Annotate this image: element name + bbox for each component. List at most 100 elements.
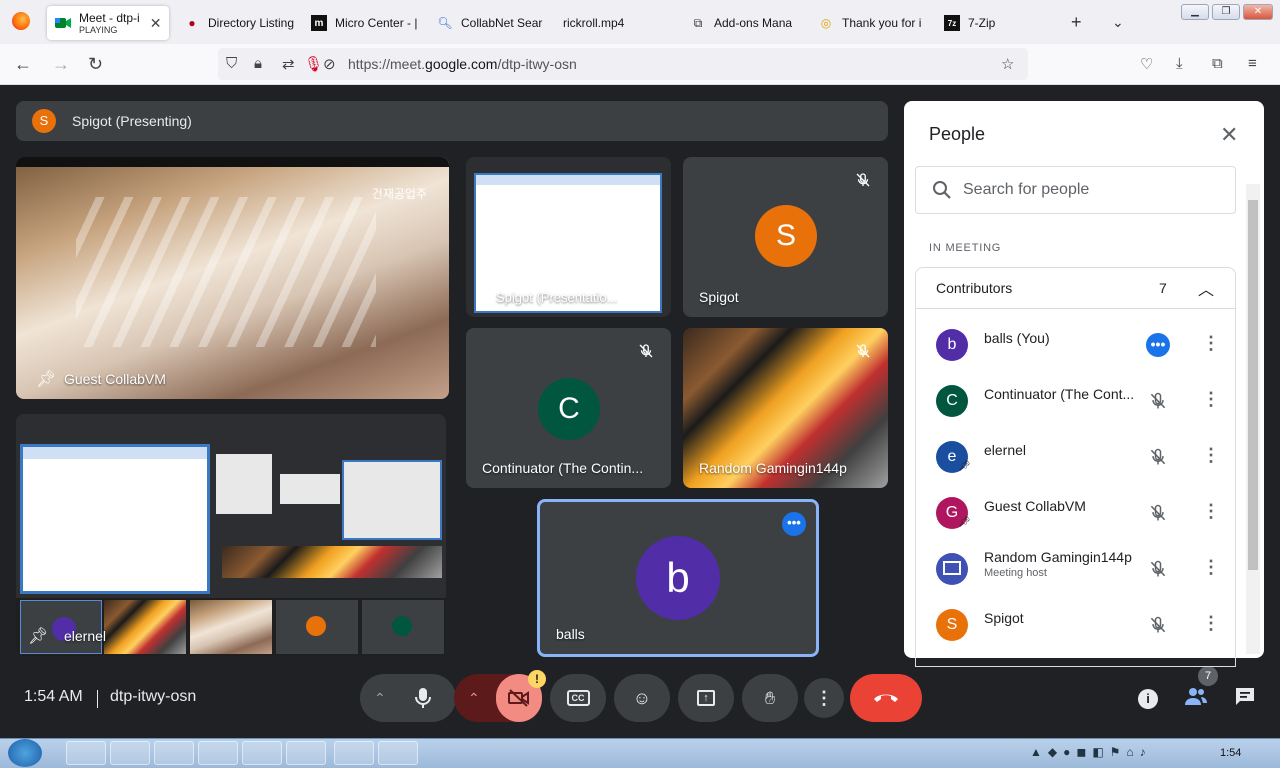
hang-up-icon bbox=[874, 694, 898, 702]
taskbar-app-icon[interactable] bbox=[242, 741, 282, 765]
reload-icon[interactable]: ↻ bbox=[88, 54, 103, 74]
shared-strip-tile bbox=[104, 600, 186, 654]
tab-addons[interactable]: ⧉ Add-ons Mana bbox=[682, 6, 802, 40]
chevron-up-icon[interactable]: ︿ bbox=[1198, 276, 1214, 300]
more-options-icon[interactable]: ••• bbox=[782, 512, 806, 536]
camera-blocked-icon[interactable]: ⊘ bbox=[323, 55, 336, 73]
more-options-button[interactable]: ⋮ bbox=[804, 678, 844, 718]
pin-icon[interactable]: 📌︎ bbox=[28, 626, 48, 646]
url-bar[interactable] bbox=[218, 48, 1028, 80]
more-options-icon[interactable]: ••• bbox=[1146, 333, 1170, 357]
tile-spigot-presentation[interactable]: Spigot (Presentatio... bbox=[466, 157, 671, 317]
hamburger-menu-icon[interactable]: ≡ bbox=[1248, 55, 1257, 72]
taskbar-explorer-icon[interactable] bbox=[378, 741, 418, 765]
mic-off-icon bbox=[1150, 560, 1166, 577]
lock-icon[interactable]: 🔒︎ bbox=[254, 55, 262, 72]
tab-7zip[interactable]: 7z 7-Zip bbox=[936, 6, 1046, 40]
more-vert-icon[interactable]: ⋮ bbox=[1202, 613, 1220, 633]
tile-spigot[interactable]: S Spigot bbox=[683, 157, 888, 317]
avatar: b bbox=[936, 329, 968, 361]
tab-label: Meet - dtp-i bbox=[79, 11, 140, 25]
taskbar-vlc-icon[interactable] bbox=[286, 741, 326, 765]
tab-meet[interactable]: Meet - dtp-i PLAYING ✕ bbox=[47, 6, 169, 40]
tile-continuator[interactable]: C Continuator (The Contin... bbox=[466, 328, 671, 488]
redhat-icon: ● bbox=[188, 16, 196, 30]
chat-icon[interactable] bbox=[1234, 686, 1256, 712]
tab-rickroll[interactable]: rickroll.mp4 bbox=[555, 6, 673, 40]
tile-guest-collabvm[interactable]: 건재공업주 📌︎ Guest CollabVM bbox=[16, 157, 449, 399]
meeting-details-icon[interactable]: i bbox=[1138, 686, 1158, 709]
start-button[interactable] bbox=[8, 739, 42, 767]
leave-call-button[interactable] bbox=[850, 674, 922, 722]
firefox-menu-icon[interactable] bbox=[12, 12, 30, 30]
tile-self-balls[interactable]: ••• b balls bbox=[537, 499, 819, 657]
contributors-label: Contributors bbox=[936, 280, 1013, 296]
close-icon[interactable]: ✕ bbox=[1220, 122, 1238, 148]
taskbar-app-icon[interactable] bbox=[334, 741, 374, 765]
camera-warning-badge[interactable]: ! bbox=[528, 670, 546, 688]
participant-row[interactable]: Random Gamingin144p Meeting host ⋮ bbox=[916, 541, 1234, 597]
minimize-button[interactable]: ▁ bbox=[1181, 4, 1209, 20]
close-tab-icon[interactable]: ✕ bbox=[150, 15, 162, 32]
extensions-icon[interactable]: ⧉ bbox=[1212, 55, 1223, 72]
participant-row[interactable]: b balls (You) ••• ⋮ bbox=[916, 317, 1234, 373]
url-text[interactable]: https://meet.google.com/dtp-itwy-osn bbox=[348, 56, 577, 72]
microphone-button[interactable]: ⌃ bbox=[360, 674, 456, 722]
mic-off-icon bbox=[1150, 616, 1166, 633]
taskbar-firefox-icon[interactable] bbox=[154, 741, 194, 765]
mic-options-chevron-icon[interactable]: ⌃ bbox=[374, 690, 386, 707]
participant-row[interactable]: S Spigot ⋮ bbox=[916, 597, 1234, 653]
taskbar-clock[interactable]: 1:54 bbox=[1220, 747, 1241, 759]
more-vert-icon[interactable]: ⋮ bbox=[1202, 501, 1220, 521]
participant-name: Continuator (The Contin... bbox=[482, 460, 644, 476]
microphone-active-icon[interactable]: 🎙︎ bbox=[304, 55, 323, 73]
shared-strip bbox=[16, 598, 446, 656]
taskbar-app-icon[interactable] bbox=[110, 741, 150, 765]
new-tab-icon[interactable]: + bbox=[1071, 12, 1082, 33]
back-arrow-icon[interactable]: ← bbox=[14, 54, 32, 74]
downloads-icon[interactable]: ⤓ bbox=[1176, 55, 1183, 72]
participant-row[interactable]: C Continuator (The Cont... ⋮ bbox=[916, 373, 1234, 429]
scrollbar-thumb[interactable] bbox=[1248, 200, 1258, 570]
taskbar-app-icon[interactable] bbox=[198, 741, 238, 765]
tab-thank-you[interactable]: ◎ Thank you for i bbox=[810, 6, 930, 40]
close-window-button[interactable]: ✕ bbox=[1243, 4, 1273, 20]
more-vert-icon[interactable]: ⋮ bbox=[1202, 333, 1220, 353]
tab-label: Thank you for i bbox=[842, 16, 922, 30]
raise-hand-button[interactable]: ✋︎ bbox=[742, 674, 798, 722]
more-vert-icon[interactable]: ⋮ bbox=[1202, 445, 1220, 465]
forward-arrow-icon[interactable]: → bbox=[52, 54, 70, 74]
tile-random-gamingin144p[interactable]: Random Gamingin144p bbox=[683, 328, 888, 488]
tab-collabnet[interactable]: 🔍︎ CollabNet Sear bbox=[429, 6, 547, 40]
tile-spigot-screenshare[interactable]: 📌︎ elernel bbox=[16, 414, 446, 656]
meeting-time: 1:54 AM bbox=[24, 688, 83, 705]
video-overlay-text: 건재공업주 bbox=[371, 187, 427, 201]
pin-icon[interactable]: 📌︎ bbox=[36, 369, 56, 389]
list-tabs-chevron-icon[interactable]: ⌄ bbox=[1112, 14, 1124, 31]
tab-label: Directory Listing bbox=[208, 16, 295, 30]
people-icon[interactable] bbox=[1184, 686, 1208, 712]
taskbar-app-icon[interactable] bbox=[66, 741, 106, 765]
divider bbox=[97, 690, 98, 708]
bookmark-star-icon[interactable]: ☆ bbox=[1001, 55, 1014, 73]
people-count-badge: 7 bbox=[1198, 666, 1218, 686]
shield-icon[interactable]: ⛉ bbox=[226, 55, 237, 72]
participant-name: Spigot bbox=[984, 610, 1024, 626]
system-tray-icons[interactable]: ▲◆●◼◧⚑⌂♪ bbox=[1030, 745, 1152, 759]
camera-options-chevron-icon[interactable]: ⌃ bbox=[468, 690, 480, 707]
captions-button[interactable]: CC bbox=[550, 674, 606, 722]
more-vert-icon[interactable]: ⋮ bbox=[1202, 557, 1220, 577]
reactions-button[interactable]: ☺ bbox=[614, 674, 670, 722]
browser-tab-bar: Meet - dtp-i PLAYING ✕ ● Directory Listin… bbox=[0, 0, 1280, 44]
more-vert-icon[interactable]: ⋮ bbox=[1202, 389, 1220, 409]
participant-row[interactable]: e 📌︎ elernel ⋮ bbox=[916, 429, 1234, 485]
meet-icon bbox=[55, 15, 71, 31]
tab-micro-center[interactable]: m Micro Center - | bbox=[303, 6, 421, 40]
permissions-icon[interactable]: ⇄ bbox=[282, 55, 295, 73]
pocket-icon[interactable]: ♡ bbox=[1140, 55, 1153, 73]
participant-row[interactable]: G 📌︎ Guest CollabVM ⋮ bbox=[916, 485, 1234, 541]
restore-button[interactable]: ❐ bbox=[1212, 4, 1240, 20]
tab-directory-listing[interactable]: ● Directory Listing bbox=[176, 6, 296, 40]
participant-name: Spigot (Presentatio... bbox=[496, 290, 618, 305]
present-button[interactable]: ↑ bbox=[678, 674, 734, 722]
